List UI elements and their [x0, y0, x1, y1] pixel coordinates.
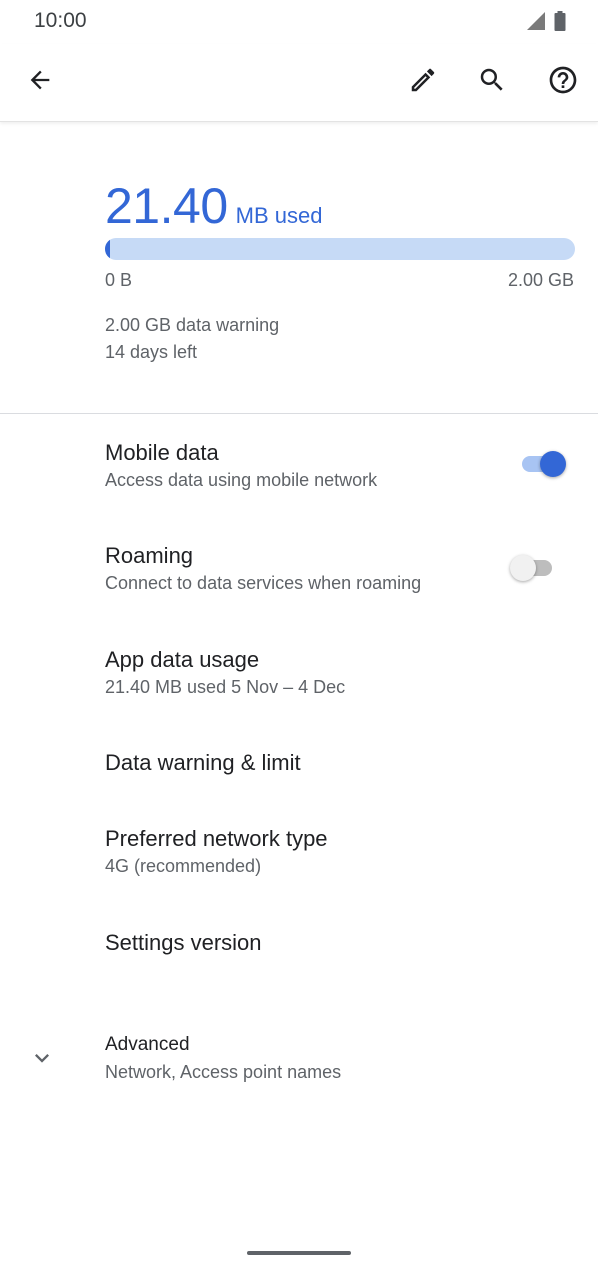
- usage-bar-min-label: 0 B: [105, 270, 133, 290]
- pref-data-warning-limit-title: Data warning & limit: [105, 750, 301, 775]
- usage-amount-line: 21.40 MB used: [105, 178, 575, 234]
- usage-progress-fill: [105, 238, 111, 260]
- pref-advanced-title: Advanced: [105, 1034, 190, 1055]
- switch-thumb: [510, 555, 536, 581]
- pref-roaming[interactable]: Roaming Connect to data services when ro…: [0, 518, 598, 622]
- pref-mobile-data[interactable]: Mobile data Access data using mobile net…: [0, 414, 598, 518]
- pref-advanced[interactable]: Advanced Network, Access point names: [0, 1010, 598, 1110]
- back-arrow-icon: [26, 66, 54, 99]
- data-usage-summary: 21.40 MB used: [105, 178, 575, 234]
- search-button[interactable]: [468, 58, 516, 106]
- pref-mobile-data-summary: Access data using mobile network: [105, 470, 378, 490]
- status-icons: [526, 11, 566, 36]
- edit-button[interactable]: [399, 58, 447, 106]
- help-button[interactable]: [539, 58, 587, 106]
- usage-progress-bar: [105, 238, 575, 260]
- days-left-text: 14 days left: [105, 342, 198, 362]
- pref-preferred-network-title: Preferred network type: [105, 826, 328, 851]
- roaming-switch[interactable]: [510, 553, 558, 583]
- usage-unit: MB used: [235, 203, 323, 228]
- battery-icon: [554, 11, 566, 36]
- pref-app-data-usage-summary: 21.40 MB used 5 Nov – 4 Dec: [105, 677, 346, 697]
- pref-data-warning-limit[interactable]: Data warning & limit: [0, 726, 598, 802]
- nav-gesture-handle[interactable]: [247, 1251, 351, 1255]
- search-icon: [477, 65, 507, 100]
- pref-settings-version[interactable]: Settings version: [0, 906, 598, 982]
- switch-thumb: [540, 451, 566, 477]
- pref-preferred-network-summary: 4G (recommended): [105, 856, 262, 876]
- mobile-data-switch[interactable]: [520, 449, 568, 479]
- pref-advanced-summary: Network, Access point names: [105, 1062, 342, 1082]
- status-time: 10:00: [34, 9, 87, 32]
- edit-pencil-icon: [408, 65, 438, 100]
- usage-amount: 21.40: [105, 178, 228, 234]
- app-bar: [0, 44, 598, 122]
- status-bar: 10:00: [0, 0, 598, 44]
- usage-bar-max-label: 2.00 GB: [507, 270, 574, 290]
- pref-settings-version-title: Settings version: [105, 930, 262, 955]
- pref-roaming-title: Roaming: [105, 543, 194, 568]
- help-icon: [547, 64, 579, 101]
- pref-preferred-network-type[interactable]: Preferred network type 4G (recommended): [0, 802, 598, 906]
- chevron-down-icon: [28, 1044, 56, 1072]
- data-warning-text: 2.00 GB data warning: [105, 315, 280, 335]
- signal-icon: [526, 11, 546, 36]
- pref-app-data-usage-title: App data usage: [105, 647, 260, 672]
- pref-mobile-data-title: Mobile data: [105, 440, 219, 465]
- pref-roaming-summary: Connect to data services when roaming: [105, 573, 422, 593]
- pref-app-data-usage[interactable]: App data usage 21.40 MB used 5 Nov – 4 D…: [0, 622, 598, 726]
- back-button[interactable]: [16, 58, 64, 106]
